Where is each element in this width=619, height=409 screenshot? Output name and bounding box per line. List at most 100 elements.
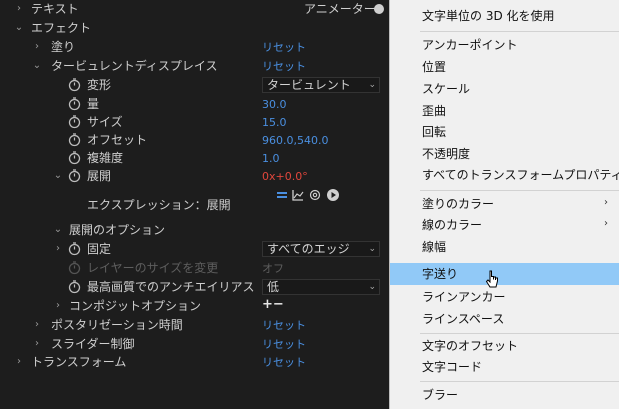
menu-item-fill-color[interactable]: 塗りのカラー › (390, 194, 619, 214)
row-offset[interactable]: オフセット 960.0,540.0 (0, 131, 390, 150)
menu-item-line-anchor[interactable]: ラインアンカー (390, 287, 619, 307)
add-remove-mask-buttons[interactable]: +− (262, 297, 284, 312)
displacement-type-dropdown[interactable]: タービュレント ⌄ (262, 77, 380, 93)
chevron-down-icon[interactable]: ⌄ (32, 60, 42, 72)
stopwatch-icon[interactable] (67, 77, 82, 92)
menu-item-blur[interactable]: ブラー (390, 385, 619, 405)
resize-layer-value: オフ (262, 262, 284, 275)
menu-item-label: スケール (422, 82, 471, 96)
evolution-value[interactable]: 0x+0.0° (262, 169, 308, 184)
row-pinning[interactable]: › 固定 すべてのエッジ ⌄ (0, 240, 390, 259)
menu-item-opacity[interactable]: 不透明度 (390, 144, 619, 164)
row-label: 量 (87, 97, 100, 111)
row-label: オフセット (87, 133, 148, 147)
row-expression-evolution: エクスプレッション：展開 (0, 196, 390, 215)
row-label: トランスフォーム (31, 355, 127, 369)
row-displacement-type[interactable]: 変形 タービュレント ⌄ (0, 76, 390, 95)
dropdown-value: すべてのエッジ (267, 242, 350, 256)
row-posterize-time[interactable]: › ポスタリゼーション時間 リセット (0, 316, 390, 335)
menu-item-label: すべてのトランスフォームプロパティ (422, 168, 619, 182)
row-turbulent-displace[interactable]: ⌄ タービュレントディスプレイス リセット (0, 57, 390, 76)
row-label: サイズ (87, 115, 123, 129)
row-evolution-options[interactable]: ⌄ 展開のオプション (0, 221, 390, 240)
menu-item-scale[interactable]: スケール (390, 79, 619, 99)
chevron-right-icon[interactable]: › (14, 3, 24, 15)
stopwatch-icon[interactable] (67, 150, 82, 165)
menu-separator (420, 381, 619, 382)
chevron-down-icon[interactable]: ⌄ (53, 170, 63, 182)
reset-link[interactable]: リセット (262, 318, 306, 333)
row-fill[interactable]: › 塗り リセット (0, 38, 390, 57)
chevron-down-icon: ⌄ (368, 282, 376, 292)
menu-item-label: 文字コード (422, 360, 483, 374)
row-antialiasing[interactable]: 最高画質でのアンチエイリアス 低 ⌄ (0, 278, 390, 297)
stopwatch-icon[interactable] (67, 96, 82, 111)
reset-link[interactable]: リセット (262, 337, 306, 352)
stopwatch-icon[interactable] (67, 114, 82, 129)
antialiasing-dropdown[interactable]: 低 ⌄ (262, 279, 380, 295)
menu-item-character-offset[interactable]: 文字のオフセット (390, 336, 619, 356)
menu-item-position[interactable]: 位置 (390, 57, 619, 77)
size-value[interactable]: 15.0 (262, 115, 287, 130)
menu-item-all-transform-properties[interactable]: すべてのトランスフォームプロパティ (390, 165, 619, 185)
row-label: ポスタリゼーション時間 (51, 318, 183, 332)
row-size[interactable]: サイズ 15.0 (0, 113, 390, 132)
row-label: スライダー制御 (51, 337, 135, 351)
row-text[interactable]: › テキスト アニメーター： (0, 0, 390, 19)
menu-item-label: ラインスペース (422, 312, 505, 326)
menu-item-label: 線のカラー (422, 218, 483, 232)
menu-item-anchor-point[interactable]: アンカーポイント (390, 35, 619, 55)
pinning-dropdown[interactable]: すべてのエッジ ⌄ (262, 241, 380, 257)
row-label: 展開 (87, 169, 112, 183)
menu-item-label: ブラー (422, 388, 459, 402)
reset-link[interactable]: リセット (262, 355, 306, 370)
menu-item-character-value[interactable]: 文字コード (390, 357, 619, 377)
chevron-down-icon[interactable]: ⌄ (14, 22, 24, 34)
menu-item-line-spacing[interactable]: ラインスペース (390, 309, 619, 329)
row-effects[interactable]: ⌄ エフェクト (0, 19, 390, 38)
row-resize-layer: レイヤーのサイズを変更 オフ (0, 259, 390, 278)
menu-item-stroke-color[interactable]: 線のカラー › (390, 215, 619, 235)
menu-item-label: ラインアンカー (422, 290, 506, 304)
stopwatch-icon[interactable] (67, 168, 82, 183)
reset-link[interactable]: リセット (262, 40, 306, 55)
menu-item-rotation[interactable]: 回転 (390, 122, 619, 142)
chevron-right-icon[interactable]: › (53, 300, 63, 312)
row-evolution[interactable]: ⌄ 展開 0x+0.0° (0, 167, 390, 186)
row-complexity[interactable]: 複雑度 1.0 (0, 149, 390, 168)
menu-item-label: 文字のオフセット (422, 339, 519, 353)
animator-menu-icon[interactable] (374, 4, 384, 14)
chevron-down-icon[interactable]: ⌄ (53, 224, 63, 236)
chevron-down-icon: ⌄ (368, 80, 376, 90)
chevron-right-icon[interactable]: › (14, 356, 24, 368)
menu-item-per-character-3d[interactable]: 文字単位の 3D 化を使用 (390, 6, 619, 26)
chevron-right-icon[interactable]: › (32, 338, 42, 350)
row-compositing-options[interactable]: › コンポジットオプション +− (0, 297, 390, 316)
reset-link[interactable]: リセット (262, 59, 306, 74)
stopwatch-icon[interactable] (67, 132, 82, 147)
chevron-right-icon[interactable]: › (32, 319, 42, 331)
menu-item-label: 文字単位の 3D 化を使用 (422, 9, 555, 23)
row-label: 複雑度 (87, 151, 124, 165)
stopwatch-icon[interactable] (67, 279, 82, 294)
offset-value[interactable]: 960.0,540.0 (262, 133, 328, 148)
row-label: エフェクト (31, 21, 92, 35)
chevron-right-icon[interactable]: › (53, 243, 63, 255)
row-amount[interactable]: 量 30.0 (0, 95, 390, 114)
amount-value[interactable]: 30.0 (262, 97, 287, 112)
row-transform[interactable]: › トランスフォーム リセット (0, 353, 390, 372)
row-label: 最高画質でのアンチエイリアス (87, 280, 255, 294)
complexity-value[interactable]: 1.0 (262, 151, 280, 166)
stopwatch-icon[interactable] (67, 241, 82, 256)
row-slider-control[interactable]: › スライダー制御 リセット (0, 335, 390, 354)
menu-item-label: 回転 (422, 125, 447, 139)
menu-item-skew[interactable]: 歪曲 (390, 101, 619, 121)
expression-label: エクスプレッション：展開 (87, 198, 231, 212)
chevron-right-icon[interactable]: › (32, 41, 42, 53)
row-label: 固定 (87, 242, 112, 256)
menu-item-label: 歪曲 (422, 104, 447, 118)
menu-item-stroke-width[interactable]: 線幅 (390, 237, 619, 257)
menu-item-tracking[interactable]: 字送り (390, 263, 619, 285)
menu-item-label: アンカーポイント (422, 38, 518, 52)
menu-item-label: 字送り (422, 267, 459, 281)
